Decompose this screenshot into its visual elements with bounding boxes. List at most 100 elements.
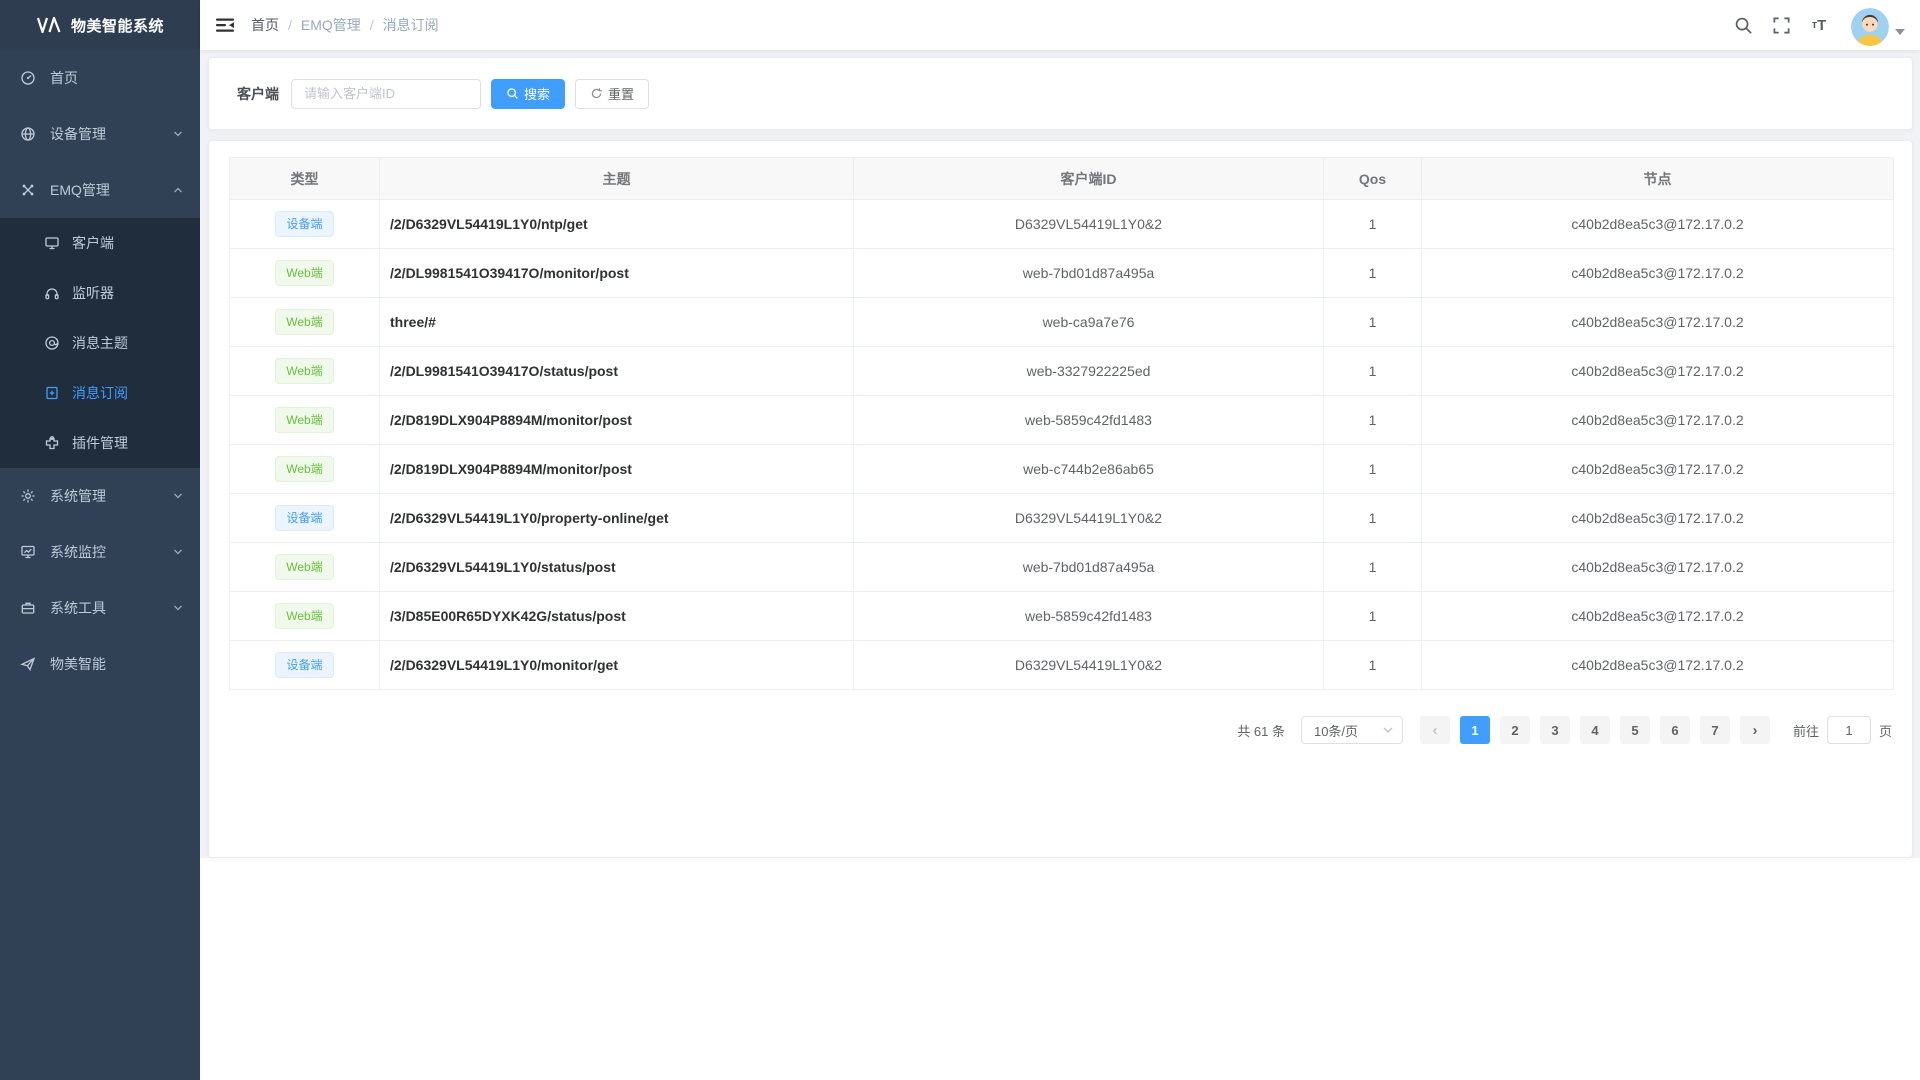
page-button-2[interactable]: 2: [1500, 716, 1530, 744]
breadcrumb-separator: /: [370, 17, 374, 33]
sidebar-collapse-icon[interactable]: [215, 15, 235, 35]
sidebar-item-label: 物美智能: [50, 654, 184, 674]
search-icon[interactable]: [1731, 13, 1755, 37]
page-button-6[interactable]: 6: [1660, 716, 1690, 744]
sidebar-item-监听器[interactable]: 监听器: [0, 268, 200, 318]
page-size-value: 10条/页: [1314, 721, 1382, 740]
app-root: 物美智能系统 首页设备管理EMQ管理客户端监听器消息主题消息订阅插件管理系统管理…: [0, 0, 1920, 1080]
subscribe-icon: [44, 385, 60, 401]
cell-type: 设备端: [230, 200, 380, 249]
table-row: Web端/3/D85E00R65DYXK42G/status/postweb-5…: [230, 592, 1893, 641]
cell-qos: 1: [1324, 641, 1422, 690]
pagination: 共 61 条 10条/页 ‹1234567› 前往 页: [229, 716, 1892, 744]
page-button-4[interactable]: 4: [1580, 716, 1610, 744]
sidebar: 物美智能系统 首页设备管理 EMQ管理客户端监听器消息主题消息订阅插件管理系统管理…: [0, 0, 200, 1080]
table-row: Web端/2/D819DLX904P8894M/monitor/postweb-…: [230, 445, 1893, 494]
chevron-down-icon: [172, 602, 184, 614]
sidebar-item-系统管理[interactable]: 系统管理: [0, 468, 200, 524]
page-button-5[interactable]: 5: [1620, 716, 1650, 744]
logo[interactable]: 物美智能系统: [0, 0, 200, 50]
sidebar-item-EMQ管理[interactable]: EMQ管理: [0, 162, 200, 218]
type-tag: Web端: [275, 407, 333, 433]
sidebar-item-label: 消息订阅: [72, 383, 184, 403]
sidebar-item-label: 插件管理: [72, 433, 184, 453]
page-size-select[interactable]: 10条/页: [1301, 716, 1403, 744]
cell-type: 设备端: [230, 641, 380, 690]
sidebar-item-消息订阅[interactable]: 消息订阅: [0, 368, 200, 418]
workspace: 客户端 搜索 重置 类型主题客户端IDQos节点设备端/2/D6329VL544…: [200, 50, 1920, 1080]
sidebar-item-设备管理[interactable]: 设备管理: [0, 106, 200, 162]
user-menu-caret-icon[interactable]: [1895, 29, 1905, 35]
sidebar-item-label: 监听器: [72, 283, 184, 303]
sidebar-item-系统监控[interactable]: 系统监控: [0, 524, 200, 580]
cell-client-id: D6329VL54419L1Y0&2: [854, 200, 1324, 249]
prev-page-button: ‹: [1420, 716, 1450, 744]
cell-node: c40b2d8ea5c3@172.17.0.2: [1422, 592, 1894, 641]
breadcrumb: 首页 / EMQ管理 / 消息订阅: [251, 15, 439, 35]
cell-qos: 1: [1324, 298, 1422, 347]
goto-page-input[interactable]: [1827, 716, 1871, 744]
client-id-input[interactable]: [291, 79, 481, 109]
breadcrumb-item-EMQ管理: EMQ管理: [301, 15, 361, 35]
cell-topic: /2/D6329VL54419L1Y0/monitor/get: [380, 641, 854, 690]
reset-button[interactable]: 重置: [575, 79, 649, 109]
breadcrumb-item-首页[interactable]: 首页: [251, 15, 279, 35]
sidebar-item-label: 客户端: [72, 233, 184, 253]
cell-type: 设备端: [230, 494, 380, 543]
table-row: Web端/2/D819DLX904P8894M/monitor/postweb-…: [230, 396, 1893, 445]
cell-type: Web端: [230, 249, 380, 298]
table-row: Web端three/#web-ca9a7e761c40b2d8ea5c3@172…: [230, 298, 1893, 347]
app-title: 物美智能系统: [71, 15, 164, 36]
page-button-7[interactable]: 7: [1700, 716, 1730, 744]
main-area: 首页/EMQ管理/消息订阅 тT 客户端: [200, 0, 1920, 1080]
page-button-3[interactable]: 3: [1540, 716, 1570, 744]
cell-qos: 1: [1324, 543, 1422, 592]
cell-client-id: D6329VL54419L1Y0&2: [854, 494, 1324, 543]
dashboard-icon: [20, 70, 36, 86]
cell-type: Web端: [230, 298, 380, 347]
cell-node: c40b2d8ea5c3@172.17.0.2: [1422, 543, 1894, 592]
search-button[interactable]: 搜索: [491, 79, 565, 109]
cell-topic: /2/DL9981541O39417O/status/post: [380, 347, 854, 396]
cell-topic: /2/D6329VL54419L1Y0/property-online/get: [380, 494, 854, 543]
topic-icon: [44, 335, 60, 351]
cell-topic: /3/D85E00R65DYXK42G/status/post: [380, 592, 854, 641]
plugin-icon: [44, 435, 60, 451]
sidebar-item-客户端[interactable]: 客户端: [0, 218, 200, 268]
type-tag: Web端: [275, 358, 333, 384]
column-header-节点: 节点: [1422, 158, 1894, 200]
reset-button-label: 重置: [608, 84, 634, 103]
cell-client-id: D6329VL54419L1Y0&2: [854, 641, 1324, 690]
sidebar-item-插件管理[interactable]: 插件管理: [0, 418, 200, 468]
type-tag: Web端: [275, 260, 333, 286]
page-button-1[interactable]: 1: [1460, 716, 1490, 744]
sidebar-item-首页[interactable]: 首页: [0, 50, 200, 106]
subscriptions-table: 类型主题客户端IDQos节点设备端/2/D6329VL54419L1Y0/ntp…: [229, 157, 1893, 690]
send-icon: [20, 656, 36, 672]
cell-node: c40b2d8ea5c3@172.17.0.2: [1422, 494, 1894, 543]
breadcrumb-item-消息订阅: 消息订阅: [383, 15, 439, 35]
breadcrumb-separator: /: [288, 17, 292, 33]
sidebar-item-物美智能[interactable]: 物美智能: [0, 636, 200, 692]
sidebar-item-label: 设备管理: [50, 124, 172, 144]
cell-qos: 1: [1324, 200, 1422, 249]
cell-topic: /2/D819DLX904P8894M/monitor/post: [380, 396, 854, 445]
chevron-down-icon: [172, 128, 184, 140]
font-size-icon[interactable]: тT: [1807, 13, 1831, 37]
column-header-Qos: Qos: [1324, 158, 1422, 200]
cell-client-id: web-7bd01d87a495a: [854, 543, 1324, 592]
next-page-button[interactable]: ›: [1740, 716, 1770, 744]
devices-icon: [20, 126, 36, 142]
logo-icon: [36, 17, 62, 33]
listener-icon: [44, 285, 60, 301]
type-tag: Web端: [275, 554, 333, 580]
sidebar-item-系统工具[interactable]: 系统工具: [0, 580, 200, 636]
avatar[interactable]: [1851, 8, 1889, 46]
column-header-客户端ID: 客户端ID: [854, 158, 1324, 200]
type-tag: 设备端: [275, 211, 333, 237]
sidebar-item-消息主题[interactable]: 消息主题: [0, 318, 200, 368]
system-icon: [20, 488, 36, 504]
table-header-row: 类型主题客户端IDQos节点: [230, 158, 1893, 200]
fullscreen-icon[interactable]: [1769, 13, 1793, 37]
goto-label: 前往: [1793, 721, 1819, 740]
